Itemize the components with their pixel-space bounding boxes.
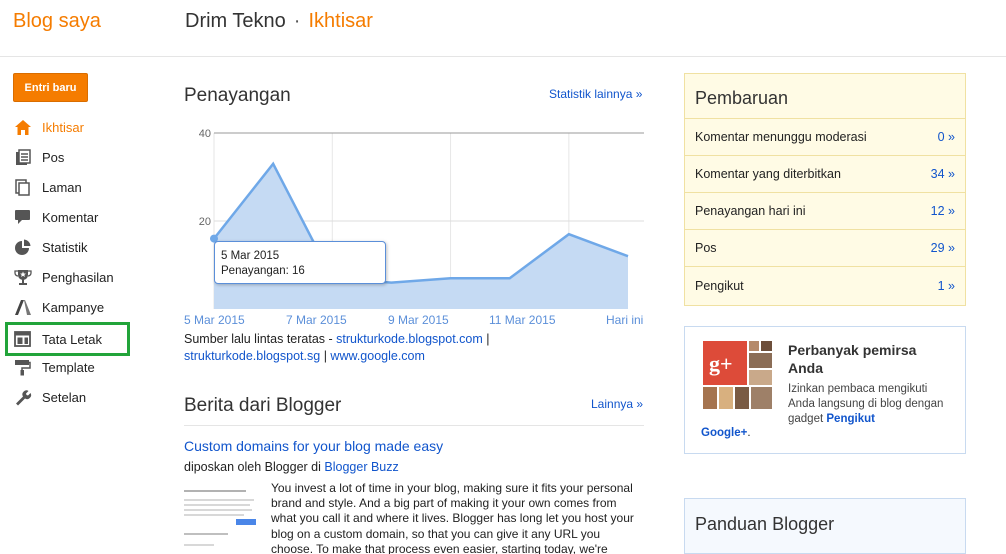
updates-panel: Pembaruan Komentar menunggu moderasi 0 »… bbox=[684, 73, 966, 306]
gplus-description: Izinkan pembaca mengikuti Anda langsung … bbox=[788, 382, 953, 427]
sidebar-item-label: Pos bbox=[42, 149, 65, 165]
guide-title: Panduan Blogger bbox=[695, 514, 835, 534]
chart-xtick-label: 5 Mar 2015 bbox=[184, 313, 245, 327]
sidebar-item-label: Komentar bbox=[42, 209, 99, 225]
updates-row-value[interactable]: 12 » bbox=[931, 204, 955, 218]
layout-icon bbox=[13, 330, 32, 349]
news-divider bbox=[184, 425, 644, 426]
updates-row-label: Komentar menunggu moderasi bbox=[695, 130, 867, 144]
chart-xtick-label: 9 Mar 2015 bbox=[388, 313, 449, 327]
updates-title: Pembaruan bbox=[685, 74, 965, 119]
updates-row-value[interactable]: 34 » bbox=[931, 167, 955, 181]
sidebar-item-ikhtisar[interactable]: Ikhtisar bbox=[0, 112, 150, 142]
new-post-button[interactable]: Entri baru bbox=[13, 73, 88, 102]
comments-icon bbox=[13, 208, 32, 227]
updates-row-label: Komentar yang diterbitkan bbox=[695, 167, 841, 181]
chart-xtick-label: Hari ini bbox=[606, 313, 644, 327]
gplus-link-suffix: . bbox=[747, 427, 751, 439]
page-title: Drim Tekno · Ikhtisar bbox=[185, 10, 373, 33]
chart-xtick-label: 7 Mar 2015 bbox=[286, 313, 347, 327]
source-separator: | bbox=[323, 349, 327, 363]
stats-icon bbox=[13, 238, 32, 257]
sidebar-item-kampanye[interactable]: Kampanye bbox=[0, 292, 150, 322]
sidebar-item-label: Template bbox=[42, 359, 95, 375]
gplus-followers-link[interactable]: Pengikut bbox=[826, 413, 875, 425]
top-header: Blog saya Drim Tekno · Ikhtisar bbox=[0, 0, 1006, 57]
sidebar-item-komentar[interactable]: Komentar bbox=[0, 202, 150, 232]
stats-title: Penayangan bbox=[184, 85, 291, 106]
sources-prefix: Sumber lalu lintas teratas - bbox=[184, 332, 333, 346]
sidebar-item-label: Kampanye bbox=[42, 299, 105, 315]
source-link[interactable]: strukturkode.blogspot.sg bbox=[184, 349, 320, 363]
news-post-body: You invest a lot of time in your blog, m… bbox=[271, 481, 634, 554]
chart-ytick-label: 40 bbox=[199, 128, 211, 140]
source-link[interactable]: www.google.com bbox=[330, 349, 425, 363]
post-source-link[interactable]: Blogger Buzz bbox=[324, 460, 398, 474]
updates-row: Pengikut 1 » bbox=[685, 267, 965, 304]
campaign-icon bbox=[13, 298, 32, 317]
sidebar-item-label: Ikhtisar bbox=[42, 119, 84, 135]
source-link[interactable]: strukturkode.blogspot.com bbox=[336, 332, 483, 346]
sidebar-item-tata-letak[interactable]: Tata Letak bbox=[5, 322, 130, 356]
sidebar-item-label: Statistik bbox=[42, 239, 88, 255]
updates-row: Komentar yang diterbitkan 34 » bbox=[685, 156, 965, 193]
news-title: Berita dari Blogger bbox=[184, 395, 342, 416]
gplus-promo: g+ Perbanyak pemirsa Anda Izinkan pembac… bbox=[684, 326, 966, 454]
sidebar-item-penghasilan[interactable]: Penghasilan bbox=[0, 262, 150, 292]
news-post-title[interactable]: Custom domains for your blog made easy bbox=[184, 438, 443, 454]
updates-row-label: Pengikut bbox=[695, 278, 744, 293]
chart-tooltip: 5 Mar 2015 Penayangan: 16 bbox=[214, 241, 386, 284]
stats-more-link[interactable]: Statistik lainnya » bbox=[549, 87, 642, 101]
gplus-link-label[interactable]: Google+ bbox=[701, 427, 747, 439]
updates-row-value[interactable]: 0 » bbox=[938, 130, 955, 144]
sidebar-item-pos[interactable]: Pos bbox=[0, 142, 150, 172]
chart-ytick-label: 20 bbox=[199, 216, 211, 228]
gplus-title: Perbanyak pemirsa Anda bbox=[788, 342, 917, 376]
tooltip-value: Penayangan: 16 bbox=[221, 265, 305, 277]
source-separator: | bbox=[486, 332, 490, 346]
tooltip-date: 5 Mar 2015 bbox=[221, 250, 280, 262]
sidebar-item-label: Laman bbox=[42, 179, 82, 195]
gplus-link[interactable]: Google+. bbox=[701, 427, 751, 439]
sidebar-item-setelan[interactable]: Setelan bbox=[0, 382, 150, 412]
chart-xtick-label: 11 Mar 2015 bbox=[489, 313, 556, 327]
home-icon bbox=[13, 118, 32, 137]
updates-row: Pos 29 » bbox=[685, 230, 965, 267]
post-meta-prefix: diposkan oleh Blogger di bbox=[184, 460, 321, 474]
current-section: Ikhtisar bbox=[308, 10, 373, 32]
gplus-collage: g+ bbox=[703, 341, 772, 409]
traffic-sources: Sumber lalu lintas teratas - strukturkod… bbox=[184, 331, 644, 365]
updates-row: Penayangan hari ini 12 » bbox=[685, 193, 965, 230]
brand-logo[interactable]: Blog saya bbox=[13, 10, 101, 33]
svg-text:g+: g+ bbox=[709, 351, 733, 376]
sidebar-item-label: Setelan bbox=[42, 389, 87, 405]
pages-icon bbox=[13, 178, 32, 197]
sidebar-item-laman[interactable]: Laman bbox=[0, 172, 150, 202]
updates-row-value[interactable]: 1 » bbox=[938, 279, 955, 293]
post-thumbnail[interactable] bbox=[184, 483, 260, 554]
title-separator: · bbox=[293, 10, 301, 32]
blog-name: Drim Tekno bbox=[185, 10, 286, 32]
blogger-guide-panel: Panduan Blogger bbox=[684, 498, 966, 554]
updates-row-label: Pos bbox=[695, 241, 717, 255]
earnings-icon bbox=[13, 268, 32, 287]
updates-row-label: Penayangan hari ini bbox=[695, 204, 806, 218]
sidebar-item-template[interactable]: Template bbox=[0, 352, 150, 382]
wrench-icon bbox=[13, 388, 32, 407]
sidebar: Ikhtisar Pos Laman Komentar Statistik Pe… bbox=[0, 112, 150, 412]
updates-row-value[interactable]: 29 » bbox=[931, 241, 955, 255]
template-icon bbox=[13, 358, 32, 377]
news-more-link[interactable]: Lainnya » bbox=[591, 397, 643, 411]
news-post-meta: diposkan oleh Blogger di Blogger Buzz bbox=[184, 460, 399, 474]
sidebar-item-label: Tata Letak bbox=[42, 331, 102, 347]
sidebar-item-statistik[interactable]: Statistik bbox=[0, 232, 150, 262]
updates-row: Komentar menunggu moderasi 0 » bbox=[685, 119, 965, 156]
posts-icon bbox=[13, 148, 32, 167]
sidebar-item-label: Penghasilan bbox=[42, 269, 114, 285]
